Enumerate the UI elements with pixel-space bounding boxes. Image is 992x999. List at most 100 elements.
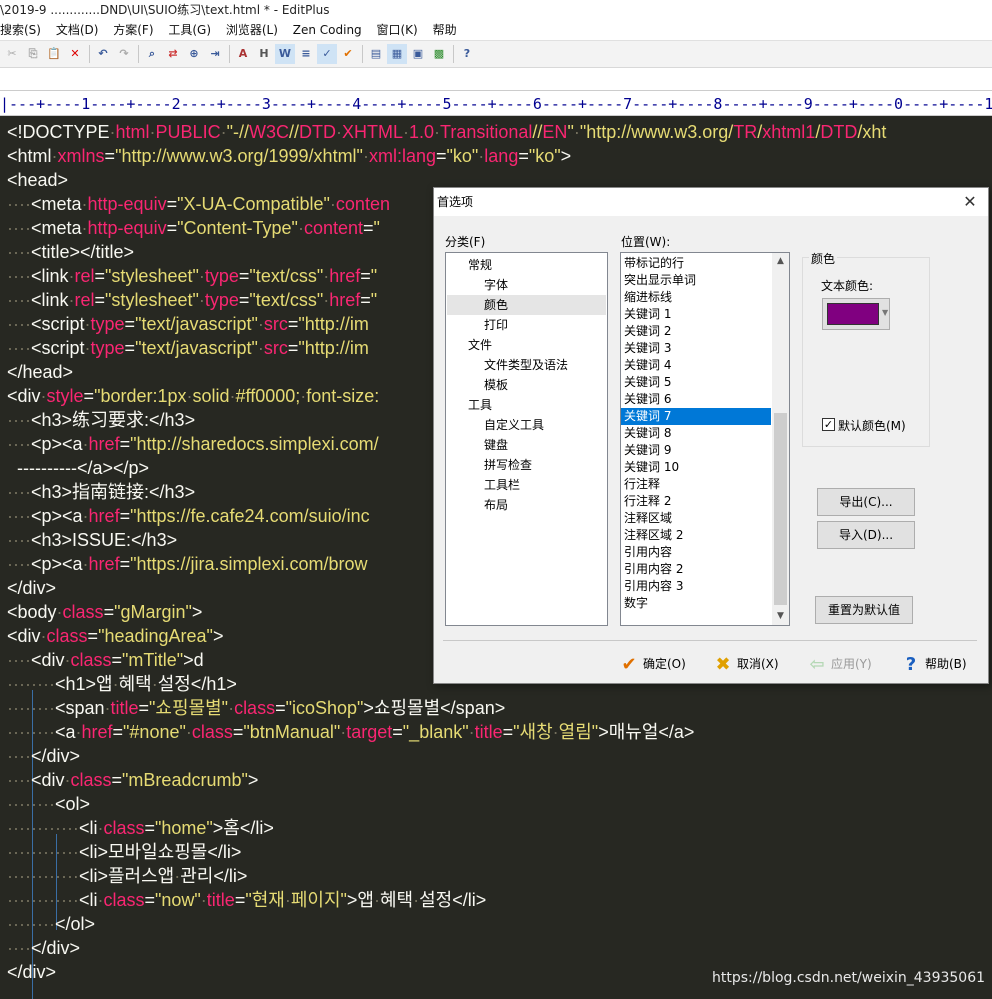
code-token: style	[46, 386, 84, 406]
word-wrap-icon[interactable]: W	[275, 44, 295, 64]
position-item[interactable]: 引用内容	[624, 544, 771, 561]
find-in-files-icon[interactable]: ⊕	[184, 44, 204, 64]
text-color-picker[interactable]: ▼	[822, 298, 890, 330]
delete-icon[interactable]: ✕	[65, 44, 85, 64]
position-item[interactable]: 注释区域 2	[624, 527, 771, 544]
check-icon: ✔	[621, 653, 637, 675]
ok-button[interactable]: ✔ 确定(O)	[618, 652, 685, 676]
position-item[interactable]: 关键词 7	[621, 408, 771, 425]
cancel-button[interactable]: ✖ 取消(X)	[712, 652, 779, 676]
cut-icon[interactable]: ✂	[2, 44, 22, 64]
position-list[interactable]: 带标记的行 突出显示单词 缩进标线 关键词 1 关键词 2 关键词 3 关键词 4 关键词 5…	[620, 252, 790, 626]
replace-icon[interactable]: ⇄	[163, 44, 183, 64]
window-icon[interactable]: ▤	[366, 44, 386, 64]
position-item[interactable]: 缩进标线	[624, 289, 771, 306]
position-item[interactable]: 行注释 2	[624, 493, 771, 510]
position-item[interactable]: 关键词 4	[624, 357, 771, 374]
category-item[interactable]: 打印	[484, 315, 508, 335]
position-item[interactable]: 引用内容 3	[624, 578, 771, 595]
preview-icon[interactable]: ▩	[429, 44, 449, 64]
category-item[interactable]: 工具栏	[484, 475, 520, 495]
document-tab-area	[0, 68, 992, 90]
position-item[interactable]: 关键词 3	[624, 340, 771, 357]
position-item[interactable]: 关键词 8	[624, 425, 771, 442]
apply-button[interactable]: ⇦ 应用(Y)	[806, 652, 871, 676]
menu-zen-coding[interactable]: Zen Coding	[293, 20, 362, 40]
code-token: http-equiv	[87, 194, 167, 214]
category-item[interactable]: 模板	[484, 375, 508, 395]
code-token: /xht	[857, 122, 887, 142]
position-item[interactable]: 突出显示单词	[624, 272, 771, 289]
menu-window[interactable]: 窗口(K)	[377, 20, 418, 40]
code-token: type	[204, 266, 239, 286]
check-icon[interactable]: ✔	[338, 44, 358, 64]
category-tree[interactable]: 常规 字体 颜色 打印 文件 文件类型及语法 模板 工具 自定义工具 键盘 拼写检查 工具栏 布局	[445, 252, 608, 626]
category-item[interactable]: 拼写检查	[484, 455, 532, 475]
category-item[interactable]: 工具	[468, 395, 492, 415]
code-token: href	[329, 290, 361, 310]
category-item[interactable]: 颜色	[484, 295, 508, 315]
font-icon[interactable]: A	[233, 44, 253, 64]
code-token: href	[88, 506, 120, 526]
export-button[interactable]: 导出(C)...	[817, 488, 915, 516]
indent-guide-icon[interactable]: ≡	[296, 44, 316, 64]
goto-line-icon[interactable]: ⇥	[205, 44, 225, 64]
cliptext-icon[interactable]: ▣	[408, 44, 428, 64]
category-item[interactable]: 文件	[468, 335, 492, 355]
scroll-thumb[interactable]	[774, 413, 787, 605]
heading-icon[interactable]: H	[254, 44, 274, 64]
position-scrollbar[interactable]: ▲ ▼	[772, 253, 789, 625]
menu-document[interactable]: 文档(D)	[56, 20, 99, 40]
reset-default-button[interactable]: 重置为默认值	[815, 596, 913, 624]
category-item[interactable]: 文件类型及语法	[484, 355, 568, 375]
category-item[interactable]: 布局	[484, 495, 508, 515]
menu-search[interactable]: 搜索(S)	[0, 20, 41, 40]
scroll-up-icon[interactable]: ▲	[772, 253, 789, 270]
code-token: <p><a	[30, 434, 83, 454]
undo-icon[interactable]: ↶	[93, 44, 113, 64]
menu-project[interactable]: 方案(F)	[113, 20, 153, 40]
menu-browser[interactable]: 浏览器(L)	[226, 20, 278, 40]
default-color-checkbox[interactable]: ✓	[822, 418, 835, 431]
category-item[interactable]: 常规	[468, 255, 492, 275]
position-item[interactable]: 关键词 6	[624, 391, 771, 408]
code-token: =	[166, 194, 178, 214]
paste-icon[interactable]: 📋	[44, 44, 64, 64]
help-button[interactable]: ? 帮助(B)	[900, 652, 967, 676]
find-icon[interactable]: ⌕	[142, 44, 162, 64]
position-item[interactable]: 数字	[624, 595, 771, 612]
code-token: <li	[78, 818, 98, 838]
position-item[interactable]: 关键词 10	[624, 459, 771, 476]
position-item[interactable]: 关键词 2	[624, 323, 771, 340]
scroll-down-icon[interactable]: ▼	[772, 608, 789, 625]
copy-icon[interactable]: ⎘	[23, 44, 43, 64]
code-line: <div·style="border:1px·solid·#ff0000;·fo…	[7, 384, 379, 408]
category-item[interactable]: 键盘	[484, 435, 508, 455]
code-token: xmlns	[57, 146, 105, 166]
output-window-icon[interactable]: ▦	[387, 44, 407, 64]
spell-check-icon[interactable]: ✓	[317, 44, 337, 64]
category-item[interactable]: 自定义工具	[484, 415, 544, 435]
menu-tools[interactable]: 工具(G)	[168, 20, 211, 40]
code-token: >	[212, 626, 224, 646]
position-item[interactable]: 关键词 5	[624, 374, 771, 391]
position-item[interactable]: 注释区域	[624, 510, 771, 527]
position-item[interactable]: 关键词 1	[624, 306, 771, 323]
cancel-label: 取消(X)	[737, 657, 779, 671]
position-item[interactable]: 关键词 9	[624, 442, 771, 459]
code-token: xml:lang	[368, 146, 436, 166]
redo-icon[interactable]: ↷	[114, 44, 134, 64]
menu-help[interactable]: 帮助	[433, 20, 457, 40]
position-item[interactable]: 引用内容 2	[624, 561, 771, 578]
position-item[interactable]: 行注释	[624, 476, 771, 493]
code-token: "-//	[226, 122, 249, 142]
position-item[interactable]: 带标记的行	[624, 255, 771, 272]
close-icon[interactable]: ✕	[960, 192, 980, 212]
code-token: ········	[7, 698, 55, 718]
import-button[interactable]: 导入(D)...	[817, 521, 915, 549]
code-token: =	[275, 698, 286, 718]
help-pointer-icon[interactable]: ?	[457, 44, 477, 64]
category-item[interactable]: 字体	[484, 275, 508, 295]
code-token: <meta	[30, 218, 82, 238]
code-token: "mTitle"	[122, 650, 184, 670]
